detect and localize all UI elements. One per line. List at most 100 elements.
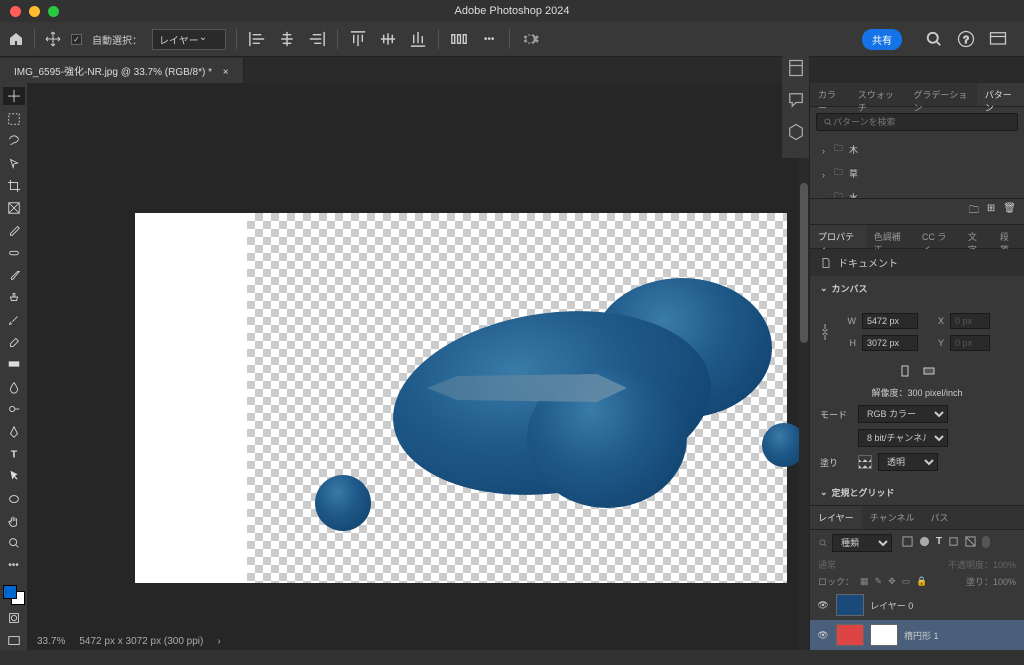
doc-tab-close-icon[interactable]: × (223, 67, 229, 78)
marquee-tool[interactable] (3, 109, 25, 127)
character-tab[interactable]: 文字 (960, 225, 992, 248)
align-middle-icon[interactable] (378, 29, 398, 49)
lasso-tool[interactable] (3, 132, 25, 150)
align-top-icon[interactable] (348, 29, 368, 49)
zoom-tool[interactable] (3, 534, 25, 552)
zoom-value[interactable]: 33.7% (37, 636, 65, 647)
share-button[interactable]: 共有 (862, 29, 902, 50)
eraser-tool[interactable] (3, 333, 25, 351)
clone-stamp-tool[interactable] (3, 288, 25, 306)
color-mode-select[interactable]: RGB カラー (858, 405, 948, 423)
workspace-icon[interactable] (988, 29, 1008, 49)
layer-row[interactable]: 👁 楕円形 1 (810, 620, 1024, 650)
fill-swatch[interactable] (858, 455, 872, 469)
help-icon[interactable]: ? (956, 29, 976, 49)
width-input[interactable] (862, 313, 918, 329)
layer-row[interactable]: 👁 レイヤー 0 (810, 590, 1024, 620)
blur-tool[interactable] (3, 378, 25, 396)
quick-mask-icon[interactable] (3, 609, 25, 627)
swatches-tab[interactable]: スウォッチ (850, 83, 906, 106)
layer-name[interactable]: レイヤー 0 (870, 599, 913, 612)
home-icon[interactable] (8, 31, 24, 47)
layer-visibility-icon[interactable]: 👁 (816, 630, 830, 641)
blend-mode-select[interactable]: 通常 (818, 558, 836, 571)
shape-tool[interactable] (3, 489, 25, 507)
pattern-folder[interactable]: ›🗀木 (810, 137, 1024, 161)
canvas-section-header[interactable]: ⌄カンバス (810, 276, 1024, 301)
libraries-panel-icon[interactable] (786, 122, 806, 142)
close-window-button[interactable] (10, 6, 21, 17)
frame-tool[interactable] (3, 199, 25, 217)
dodge-tool[interactable] (3, 400, 25, 418)
quick-select-tool[interactable] (3, 154, 25, 172)
pattern-folder[interactable]: ›🗀水 (810, 185, 1024, 198)
lock-all-icon[interactable]: 🔒 (916, 576, 927, 587)
align-bottom-icon[interactable] (408, 29, 428, 49)
new-folder-icon[interactable]: 🗀 (969, 203, 979, 220)
filter-type-icon[interactable]: T (936, 536, 942, 550)
pen-tool[interactable] (3, 422, 25, 440)
filter-pixel-icon[interactable] (902, 536, 913, 550)
filter-smart-icon[interactable] (965, 536, 976, 550)
search-icon[interactable] (924, 29, 944, 49)
path-select-tool[interactable] (3, 467, 25, 485)
color-tab[interactable]: カラー (810, 83, 850, 106)
lock-position-icon[interactable]: ✥ (888, 576, 896, 587)
canvas-area[interactable]: 33.7% 5472 px x 3072 px (300 ppi) › (27, 83, 809, 650)
align-left-icon[interactable] (247, 29, 267, 49)
distribute-h-icon[interactable] (449, 29, 469, 49)
pattern-folder[interactable]: ›🗀草 (810, 161, 1024, 185)
layer-thumbnail[interactable] (836, 594, 864, 616)
edit-toolbar-icon[interactable]: ••• (3, 557, 25, 575)
lock-paint-icon[interactable]: ✎ (875, 576, 883, 587)
pattern-search[interactable] (816, 113, 1018, 131)
healing-brush-tool[interactable] (3, 244, 25, 262)
status-caret-icon[interactable]: › (217, 636, 220, 647)
layer-filter-select[interactable]: 種類 (832, 534, 892, 552)
maximize-window-button[interactable] (48, 6, 59, 17)
patterns-tab[interactable]: パターン (977, 83, 1024, 106)
layer-mask-thumbnail[interactable] (870, 624, 898, 646)
foreground-color[interactable] (3, 585, 17, 599)
ruler-grid-section-header[interactable]: ⌄定規とグリッド (810, 480, 1024, 505)
bit-depth-select[interactable]: 8 bit/チャンネル (858, 429, 948, 447)
auto-select-target[interactable]: レイヤー ⌄ (152, 29, 226, 50)
comments-panel-icon[interactable] (786, 90, 806, 110)
filter-adjust-icon[interactable] (919, 536, 930, 550)
move-tool[interactable] (3, 87, 25, 105)
paragraph-tab[interactable]: 段落 (992, 225, 1024, 248)
minimize-window-button[interactable] (29, 6, 40, 17)
trash-icon[interactable]: 🗑 (1003, 203, 1016, 220)
layer-visibility-icon[interactable]: 👁 (816, 600, 830, 611)
auto-select-checkbox[interactable] (71, 34, 82, 45)
move-tool-icon[interactable] (45, 31, 61, 47)
align-right-icon[interactable] (307, 29, 327, 49)
gear-icon[interactable] (520, 29, 540, 49)
properties-tab[interactable]: プロパティ (810, 225, 866, 248)
layer-name[interactable]: 楕円形 1 (904, 629, 939, 642)
crop-tool[interactable] (3, 176, 25, 194)
history-brush-tool[interactable] (3, 311, 25, 329)
screen-mode-icon[interactable] (3, 631, 25, 649)
brush-tool[interactable] (3, 266, 25, 284)
vertical-scrollbar[interactable] (799, 83, 809, 650)
eyedropper-tool[interactable] (3, 221, 25, 239)
paths-tab[interactable]: パス (922, 506, 956, 529)
hand-tool[interactable] (3, 512, 25, 530)
color-swatch[interactable] (3, 585, 25, 605)
landscape-orient-icon[interactable] (922, 364, 936, 380)
align-center-h-icon[interactable] (277, 29, 297, 49)
canvas[interactable] (135, 213, 787, 583)
cclib-tab[interactable]: CC ライ (914, 225, 960, 248)
doc-tab[interactable]: IMG_6595-強化-NR.jpg @ 33.7% (RGB/8*) * × (0, 58, 244, 83)
filter-toggle-icon[interactable] (982, 536, 990, 548)
channels-tab[interactable]: チャンネル (862, 506, 923, 529)
pattern-search-input[interactable] (833, 117, 1011, 127)
adjustments-tab[interactable]: 色調補正 (866, 225, 914, 248)
layers-tab[interactable]: レイヤー (810, 506, 862, 529)
link-icon[interactable] (820, 321, 830, 343)
portrait-orient-icon[interactable] (898, 364, 912, 380)
lock-artboard-icon[interactable]: ▭ (902, 576, 911, 587)
gradients-tab[interactable]: グラデーション (905, 83, 976, 106)
more-options-icon[interactable]: ••• (479, 29, 499, 49)
